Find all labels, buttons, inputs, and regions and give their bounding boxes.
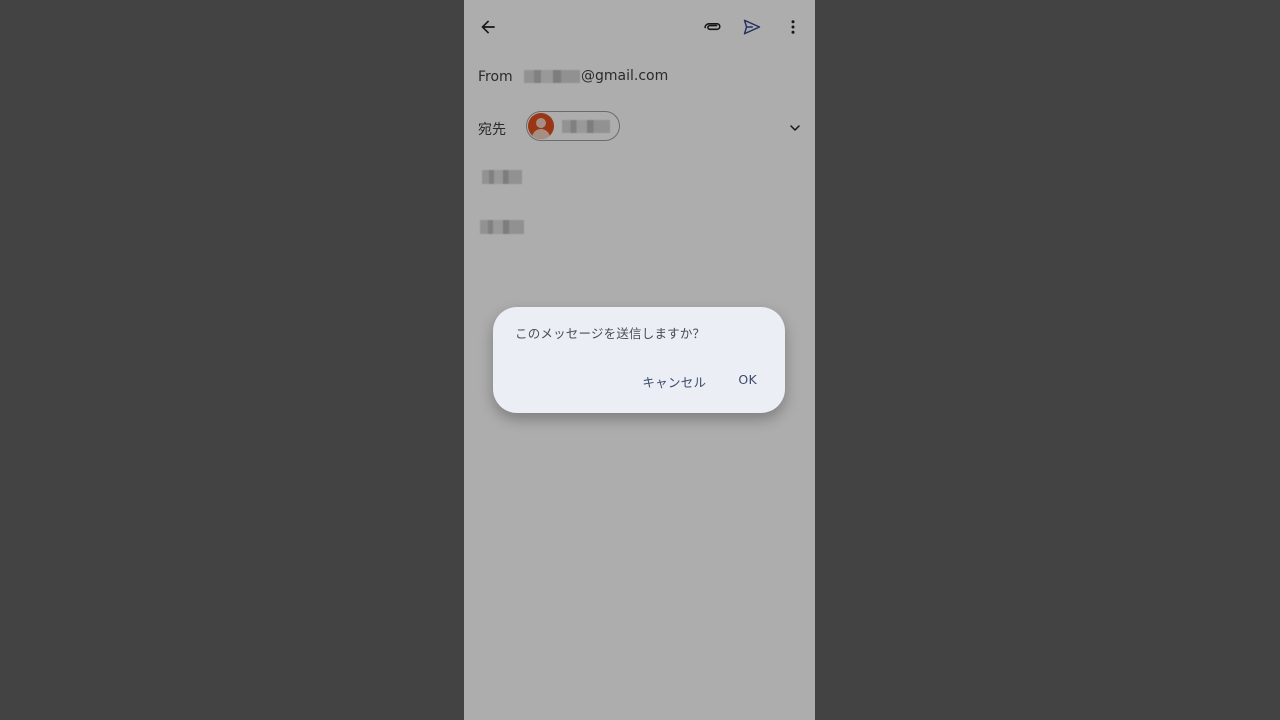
dialog-message: このメッセージを送信しますか？: [515, 326, 706, 341]
ok-button[interactable]: OK: [732, 370, 763, 393]
dialog-actions: キャンセル OK: [636, 370, 763, 393]
gmail-compose-screen: From @gmail.com 宛先 このメッセージを送信しますか？ キャンセル…: [464, 0, 815, 720]
screen-background: From @gmail.com 宛先 このメッセージを送信しますか？ キャンセル…: [0, 0, 1280, 720]
send-confirm-dialog: このメッセージを送信しますか？ キャンセル OK: [493, 307, 785, 413]
cancel-button[interactable]: キャンセル: [636, 370, 712, 393]
